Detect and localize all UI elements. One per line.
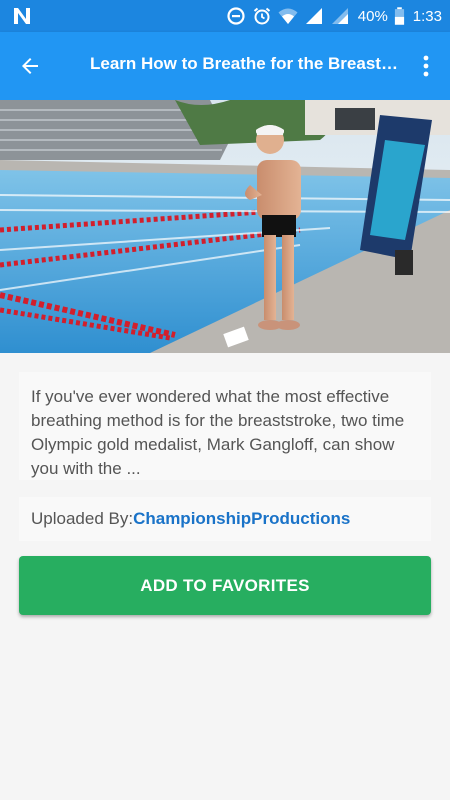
alarm-icon (253, 7, 270, 25)
status-bar: 40% 1:33 (0, 0, 450, 32)
back-button[interactable] (14, 50, 46, 82)
description-card: If you've ever wondered what the most ef… (19, 372, 431, 480)
overflow-menu-button[interactable] (416, 50, 436, 82)
uploader-link[interactable]: ChampionshipProductions (133, 509, 350, 528)
battery-icon (394, 7, 404, 25)
clock: 1:33 (412, 7, 442, 25)
video-thumbnail[interactable] (0, 100, 450, 353)
n-notification-icon (14, 8, 30, 24)
uploader-label: Uploaded By: (31, 509, 134, 528)
app-bar: Learn How to Breathe for the Breaststrok… (0, 32, 450, 100)
signal-icon-2 (331, 8, 348, 24)
video-thumbnail-image (0, 100, 450, 353)
uploader-row: Uploaded By:ChampionshipProductions (31, 509, 350, 529)
add-to-favorites-label: ADD TO FAVORITES (140, 575, 310, 595)
video-description: If you've ever wondered what the most ef… (31, 387, 405, 478)
uploader-card: Uploaded By:ChampionshipProductions (19, 497, 431, 541)
signal-icon (305, 8, 322, 24)
battery-percent: 40% (357, 7, 388, 25)
arrow-back-icon (22, 58, 38, 74)
wifi-icon (278, 8, 298, 24)
page-title: Learn How to Breathe for the Breaststrok… (90, 54, 400, 73)
data-saver-icon (227, 7, 245, 25)
add-to-favorites-button[interactable]: ADD TO FAVORITES (19, 556, 431, 615)
more-vert-icon (423, 55, 429, 77)
status-icons: 40% 1:33 (226, 0, 442, 32)
